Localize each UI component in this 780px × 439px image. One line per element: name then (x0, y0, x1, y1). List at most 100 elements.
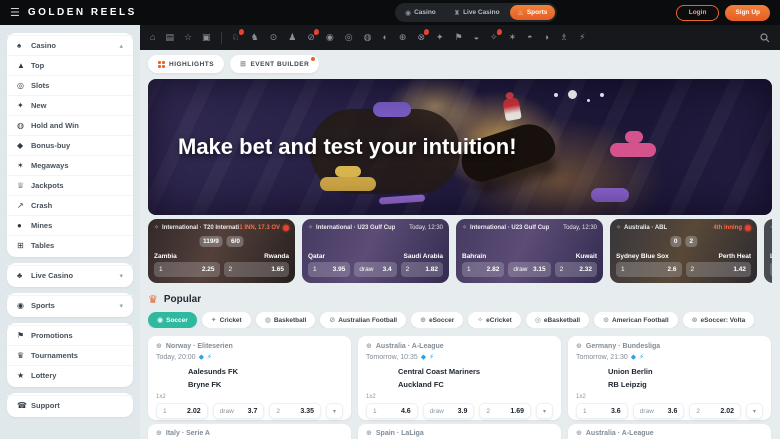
odd-button[interactable]: 1 2.25 (154, 262, 220, 277)
sidebar-item[interactable]: ⊞ Tables (7, 235, 133, 255)
featured-event-card[interactable]: ✧ International · T20 Internationals 1 I… (148, 219, 295, 283)
product-nav-item[interactable]: ◉ Casino (397, 5, 444, 20)
sidebar-item[interactable]: ✶ Megaways (7, 155, 133, 175)
jersey-icon[interactable]: ◆ (199, 353, 204, 361)
sport-icon[interactable]: ⊙ (270, 33, 278, 42)
odd-button[interactable]: draw 3.6 (632, 403, 685, 419)
sport-icon[interactable]: ♟ (288, 33, 296, 42)
odd-button[interactable]: 1 (770, 262, 772, 277)
odd-button[interactable]: 2 3.35 (269, 403, 322, 419)
sidebar-item[interactable]: ▲ Top (7, 55, 133, 75)
tab-highlights[interactable]: HIGHLIGHTS (148, 55, 225, 73)
sidebar-item[interactable]: ✦ New (7, 95, 133, 115)
sidebar-item[interactable]: ⚑ Promotions (7, 325, 133, 345)
sport-icon[interactable]: ✧ (490, 29, 502, 42)
odd-button[interactable]: 2 1.42 (685, 262, 751, 277)
match-card-partial[interactable]: ⊕ Australia · A-League (568, 424, 771, 439)
sport-chip[interactable]: ⊗ eSoccer: Volta (682, 312, 755, 328)
sport-chip[interactable]: ⊕ eSoccer (411, 312, 464, 328)
signup-button[interactable]: Sign Up (725, 4, 770, 21)
sport-chip[interactable]: ◉ Soccer (148, 312, 197, 328)
match-card-partial[interactable]: ⊕ Spain · LaLiga (358, 424, 561, 439)
jersey-icon[interactable]: ◆ (631, 353, 636, 361)
sport-icon[interactable]: ◓ (527, 33, 532, 42)
sidebar-item[interactable]: ◆ Bonus-buy (7, 135, 133, 155)
match-card[interactable]: ⊕ Norway · Eliteserien Today, 20:00 ◆ ⚡ … (148, 336, 351, 420)
sidebar-item[interactable]: ☎ Support (7, 395, 133, 415)
sidebar-item[interactable]: ◍ Hold and Win (7, 115, 133, 135)
product-nav-item[interactable]: ♨ Sports (509, 5, 556, 20)
sidebar-item[interactable]: ★ Lottery (7, 365, 133, 385)
sportsbar-icon[interactable]: ☆ (184, 33, 192, 42)
odd-button[interactable]: 2 2.32 (554, 262, 597, 277)
odd-button[interactable]: draw 3.7 (212, 403, 265, 419)
match-card-partial[interactable]: ⊕ Italy · Serie A (148, 424, 351, 439)
sport-icon[interactable]: ⊘ (307, 29, 319, 42)
more-odds-button[interactable]: ▾ (326, 403, 343, 419)
sport-icon[interactable]: ⊕ (399, 33, 407, 42)
carousel-dot-active[interactable] (568, 90, 577, 99)
match-card[interactable]: ⊕ Germany · Bundesliga Tomorrow, 21:30 ◆… (568, 336, 771, 420)
odd-button[interactable]: draw 3.15 (508, 262, 551, 277)
sidebar-item[interactable]: ● Mines (7, 215, 133, 235)
carousel-dot[interactable] (600, 92, 604, 97)
sport-icon[interactable]: ◍ (364, 33, 372, 42)
sport-icon[interactable]: ⚡ (579, 33, 585, 42)
sportsbar-icon[interactable]: ▤ (165, 33, 174, 42)
sport-icon[interactable]: ⊗ (417, 29, 429, 42)
odd-button[interactable]: 2 1.65 (223, 262, 289, 277)
sidebar-item[interactable]: ♛ Tournaments (7, 345, 133, 365)
featured-event-card[interactable]: ✧ International Le (764, 219, 772, 283)
sport-icon[interactable]: ◑ (544, 33, 549, 42)
sportsbar-icon[interactable]: ⌂ (150, 33, 155, 42)
sport-icon[interactable]: ◐ (382, 33, 387, 42)
sidebar-item[interactable]: ◎ Slots (7, 75, 133, 95)
sport-icon[interactable]: ♗ (560, 33, 568, 42)
sportsbar-icon[interactable]: ▣ (202, 33, 211, 42)
featured-event-card[interactable]: ✧ International · U23 Gulf Cup Today, 12… (302, 219, 449, 283)
featured-event-card[interactable]: ✧ Australia · ABL 4th inning 02 Sydney B… (610, 219, 757, 283)
match-card[interactable]: ⊕ Australia · A-League Tomorrow, 10:35 ◆… (358, 336, 561, 420)
jersey-icon[interactable]: ◆ (421, 353, 426, 361)
promo-banner[interactable]: Make bet and test your intuition! (148, 79, 772, 215)
stats-icon[interactable]: ⚡ (207, 353, 212, 361)
sport-icon[interactable]: ✦ (436, 33, 444, 42)
sport-icon[interactable]: ⚑ (455, 33, 463, 42)
carousel-dot[interactable] (587, 99, 590, 102)
sport-chip[interactable]: ✧ eCricket (468, 312, 521, 328)
sidebar-item[interactable]: ♕ Jackpots (7, 175, 133, 195)
search-icon[interactable] (760, 32, 770, 43)
odd-button[interactable]: 2 1.82 (400, 262, 443, 277)
odd-button[interactable]: 1 2.6 (616, 262, 682, 277)
hamburger-menu-icon[interactable]: ☰ (10, 6, 20, 19)
odd-button[interactable]: 1 2.82 (462, 262, 505, 277)
odd-button[interactable]: 2 1.69 (479, 403, 532, 419)
sidebar-item[interactable]: ↗ Crash (7, 195, 133, 215)
sport-chip[interactable]: ✦ Cricket (201, 312, 251, 328)
carousel-dot[interactable] (554, 92, 558, 97)
sport-icon[interactable]: ♞ (251, 33, 259, 42)
stats-icon[interactable]: ⚡ (639, 353, 644, 361)
stats-icon[interactable]: ⚡ (429, 353, 434, 361)
sport-chip[interactable]: ⊘ Australian Football (320, 312, 407, 328)
odd-button[interactable]: 1 3.95 (308, 262, 351, 277)
odd-button[interactable]: 2 2.02 (689, 403, 742, 419)
login-button[interactable]: Login (675, 4, 720, 21)
sport-icon[interactable]: ◒ (474, 33, 479, 42)
sport-icon[interactable]: ♘ (232, 29, 244, 42)
product-nav-item[interactable]: ♜ Live Casino (446, 5, 508, 20)
more-odds-button[interactable]: ▾ (536, 403, 553, 419)
odd-button[interactable]: draw 3.9 (422, 403, 475, 419)
sport-chip[interactable]: ◍ Basketball (255, 312, 316, 328)
brand-logo[interactable]: GOLDEN REELS (28, 7, 137, 18)
tab-event-builder[interactable]: ⊞ EVENT BUILDER (230, 55, 320, 73)
sport-icon[interactable]: ◎ (345, 33, 353, 42)
featured-event-card[interactable]: ✧ International · U23 Gulf Cup Today, 12… (456, 219, 603, 283)
sport-chip[interactable]: ◎ eBasketball (525, 312, 590, 328)
odd-button[interactable]: 1 3.6 (576, 403, 628, 419)
sidebar-item[interactable]: ♣ Live Casino ▾ (7, 265, 133, 285)
odd-button[interactable]: 1 2.02 (156, 403, 208, 419)
sidebar-item[interactable]: ♠ Casino ▴ (7, 35, 133, 55)
sport-icon[interactable]: ◉ (326, 33, 334, 42)
odd-button[interactable]: 1 4.6 (366, 403, 418, 419)
